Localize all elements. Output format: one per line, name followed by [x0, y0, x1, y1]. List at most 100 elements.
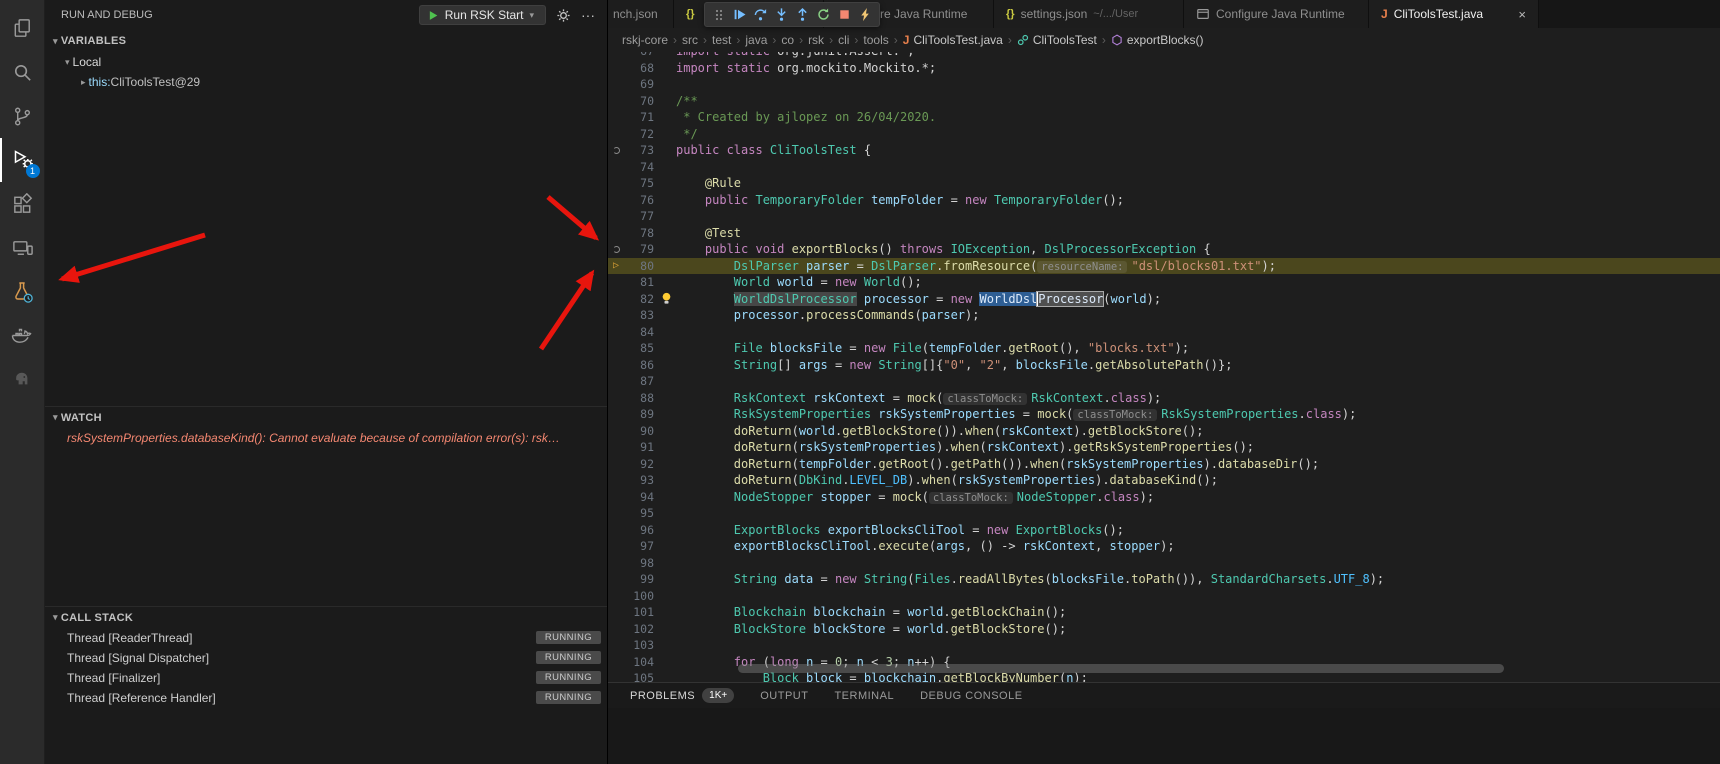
call-stack-header[interactable]: ▾ CALL STACK: [45, 606, 607, 628]
line-number[interactable]: 82: [624, 291, 654, 308]
breadcrumb-item[interactable]: rsk: [808, 33, 824, 47]
horizontal-scrollbar[interactable]: [738, 664, 1504, 673]
code-line-88[interactable]: 88 RskContext rskContext = mock(classToM…: [608, 390, 1720, 407]
code-line-74[interactable]: 74: [608, 159, 1720, 176]
line-number[interactable]: 89: [624, 406, 654, 423]
panel-tab-debug-console[interactable]: DEBUG CONSOLE: [920, 690, 1022, 702]
line-number[interactable]: 74: [624, 159, 654, 176]
code-line-84[interactable]: 84: [608, 324, 1720, 341]
line-number[interactable]: 72: [624, 126, 654, 143]
breadcrumb-item[interactable]: JCliToolsTest.java: [903, 33, 1003, 47]
line-number[interactable]: 73: [624, 142, 654, 159]
code-line-98[interactable]: 98: [608, 555, 1720, 572]
line-number[interactable]: 75: [624, 175, 654, 192]
code-line-70[interactable]: 70/**: [608, 93, 1720, 110]
tab-configure-java-runtime[interactable]: Configure Java Runtime: [1184, 0, 1369, 28]
line-number[interactable]: 67: [624, 52, 654, 60]
code-editor[interactable]: 67import static org.junit.Assert.*;68imp…: [608, 52, 1720, 682]
code-line-67[interactable]: 67import static org.junit.Assert.*;: [608, 52, 1720, 60]
docker-icon[interactable]: [0, 314, 45, 358]
line-number[interactable]: 93: [624, 472, 654, 489]
gradle-elephant-icon[interactable]: [0, 358, 45, 402]
tab-settings-json[interactable]: {}settings.json~/.../User: [994, 0, 1184, 28]
code-line-75[interactable]: 75 @Rule: [608, 175, 1720, 192]
stop-icon[interactable]: [835, 4, 854, 25]
code-line-102[interactable]: 102 BlockStore blockStore = world.getBlo…: [608, 621, 1720, 638]
breadcrumb-item[interactable]: tools: [863, 33, 888, 47]
gear-icon[interactable]: [556, 8, 571, 23]
close-tab-icon[interactable]: ×: [1518, 7, 1526, 22]
code-line-100[interactable]: 100: [608, 588, 1720, 605]
line-number[interactable]: 83: [624, 307, 654, 324]
code-line-71[interactable]: 71 * Created by ajlopez on 26/04/2020.: [608, 109, 1720, 126]
panel-tab-terminal[interactable]: TERMINAL: [834, 690, 894, 702]
code-line-89[interactable]: 89 RskSystemProperties rskSystemProperti…: [608, 406, 1720, 423]
line-number[interactable]: 90: [624, 423, 654, 440]
line-number[interactable]: 94: [624, 489, 654, 506]
code-line-90[interactable]: 90 doReturn(world.getBlockStore()).when(…: [608, 423, 1720, 440]
more-actions-icon[interactable]: ···: [581, 7, 595, 23]
line-number[interactable]: 101: [624, 604, 654, 621]
line-number[interactable]: 80: [624, 258, 654, 275]
remote-explorer-icon[interactable]: [0, 226, 45, 270]
call-stack-thread[interactable]: Thread [ReaderThread]RUNNING: [45, 628, 607, 648]
tab-nch-json[interactable]: nch.json: [608, 0, 674, 28]
debug-toolbar[interactable]: [704, 2, 880, 27]
code-line-94[interactable]: 94 NodeStopper stopper = mock(classToMoc…: [608, 489, 1720, 506]
code-line-68[interactable]: 68import static org.mockito.Mockito.*;: [608, 60, 1720, 77]
code-line-69[interactable]: 69: [608, 76, 1720, 93]
code-line-93[interactable]: 93 doReturn(DbKind.LEVEL_DB).when(rskSys…: [608, 472, 1720, 489]
line-number[interactable]: 84: [624, 324, 654, 341]
breadcrumb-item[interactable]: rskj-core: [622, 33, 668, 47]
line-number[interactable]: 103: [624, 637, 654, 654]
code-line-82[interactable]: 82 WorldDslProcessor processor = new Wor…: [608, 291, 1720, 308]
tab-clitoolstest-java[interactable]: JCliToolsTest.java×: [1369, 0, 1539, 28]
lightbulb-icon[interactable]: [654, 291, 676, 308]
extensions-icon[interactable]: [0, 182, 45, 226]
code-line-85[interactable]: 85 File blocksFile = new File(tempFolder…: [608, 340, 1720, 357]
code-line-96[interactable]: 96 ExportBlocks exportBlocksCliTool = ne…: [608, 522, 1720, 539]
gripper-icon[interactable]: [709, 4, 728, 25]
variables-header[interactable]: ▾ VARIABLES: [45, 30, 607, 52]
line-number[interactable]: 100: [624, 588, 654, 605]
line-number[interactable]: 70: [624, 93, 654, 110]
line-number[interactable]: 87: [624, 373, 654, 390]
code-line-97[interactable]: 97 exportBlocksCliTool.execute(args, () …: [608, 538, 1720, 555]
line-number[interactable]: 102: [624, 621, 654, 638]
line-number[interactable]: 71: [624, 109, 654, 126]
code-line-76[interactable]: 76 public TemporaryFolder tempFolder = n…: [608, 192, 1720, 209]
line-number[interactable]: 85: [624, 340, 654, 357]
code-line-103[interactable]: 103: [608, 637, 1720, 654]
code-line-81[interactable]: 81 World world = new World();: [608, 274, 1720, 291]
panel-tab-problems[interactable]: PROBLEMS1K+: [630, 688, 734, 703]
breadcrumb-item[interactable]: test: [712, 33, 731, 47]
code-line-87[interactable]: 87: [608, 373, 1720, 390]
code-line-92[interactable]: 92 doReturn(tempFolder.getRoot().getPath…: [608, 456, 1720, 473]
line-number[interactable]: 92: [624, 456, 654, 473]
breadcrumb-item[interactable]: java: [745, 33, 767, 47]
code-line-79[interactable]: 79 public void exportBlocks() throws IOE…: [608, 241, 1720, 258]
code-line-77[interactable]: 77: [608, 208, 1720, 225]
code-line-86[interactable]: 86 String[] args = new String[]{"0", "2"…: [608, 357, 1720, 374]
line-number[interactable]: 95: [624, 505, 654, 522]
step-into-icon[interactable]: [772, 4, 791, 25]
code-line-83[interactable]: 83 processor.processCommands(parser);: [608, 307, 1720, 324]
line-number[interactable]: 81: [624, 274, 654, 291]
run-and-debug-icon[interactable]: 1: [0, 138, 45, 182]
watch-expression[interactable]: rskSystemProperties.databaseKind(): Cann…: [45, 428, 607, 448]
line-number[interactable]: 104: [624, 654, 654, 671]
code-line-80[interactable]: ▷80 DslParser parser = DslParser.fromRes…: [608, 258, 1720, 275]
line-number[interactable]: 79: [624, 241, 654, 258]
line-number[interactable]: 105: [624, 670, 654, 682]
code-line-72[interactable]: 72 */: [608, 126, 1720, 143]
variable-item[interactable]: ▸this: CliToolsTest@29: [45, 72, 607, 92]
testing-flask-icon[interactable]: [0, 270, 45, 314]
code-line-78[interactable]: 78 @Test: [608, 225, 1720, 242]
call-stack-thread[interactable]: Thread [Signal Dispatcher]RUNNING: [45, 648, 607, 668]
variables-scope[interactable]: ▾Local: [45, 52, 607, 72]
search-icon[interactable]: [0, 50, 45, 94]
line-number[interactable]: 86: [624, 357, 654, 374]
code-line-95[interactable]: 95: [608, 505, 1720, 522]
breadcrumb-item[interactable]: cli: [838, 33, 849, 47]
line-number[interactable]: 77: [624, 208, 654, 225]
